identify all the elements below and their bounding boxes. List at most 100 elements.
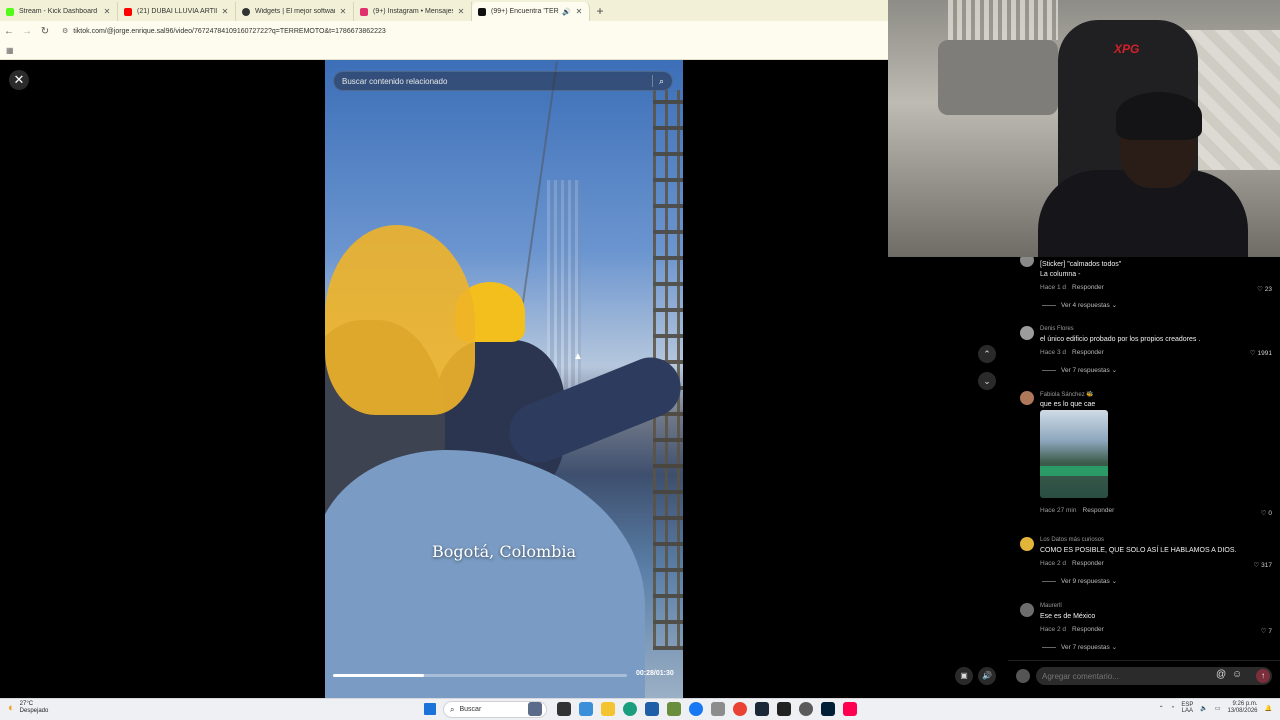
view-replies-button[interactable]: Ver 9 respuestas ⌄ xyxy=(1042,577,1117,585)
taskbar-search-label: Buscar xyxy=(459,706,482,713)
view-replies-button[interactable]: Ver 4 respuestas ⌄ xyxy=(1042,301,1117,309)
speaker-icon[interactable]: 🔊 xyxy=(562,8,571,16)
tab-youtube[interactable]: (21) DUBAI LLUVIA ARTIFICIAL ✕ xyxy=(118,2,236,21)
close-icon[interactable]: ✕ xyxy=(457,7,465,16)
avatar[interactable] xyxy=(1020,257,1034,267)
close-icon[interactable]: ✕ xyxy=(339,7,347,16)
comment-author[interactable]: Denis Flores xyxy=(1040,326,1074,332)
divider xyxy=(1042,646,1056,648)
like-button[interactable]: ♡ 1991 xyxy=(1250,349,1272,357)
tab-title: Widgets | El mejor software pa xyxy=(255,8,335,15)
temperature: 27°C xyxy=(19,701,34,707)
like-count: 0 xyxy=(1268,510,1272,517)
minecraft-icon[interactable] xyxy=(667,702,681,716)
copilot-icon[interactable] xyxy=(528,702,542,716)
avatar[interactable] xyxy=(1020,391,1034,405)
url-field[interactable]: ⚙ tiktok.com/@jorge.enrique.sal96/video/… xyxy=(62,27,386,36)
obs-icon[interactable] xyxy=(799,702,813,716)
chrome-icon[interactable] xyxy=(733,702,747,716)
comment-time: Hace 2 d xyxy=(1040,626,1067,633)
close-icon[interactable]: ✕ xyxy=(575,7,583,16)
search-icon[interactable]: ⌕ xyxy=(659,76,664,87)
steam-icon[interactable] xyxy=(755,702,769,716)
comment-input[interactable] xyxy=(1042,671,1202,681)
copilot-app-icon[interactable] xyxy=(579,702,593,716)
weather-widget[interactable]: ◐ 27°C Despejado xyxy=(8,701,48,715)
mention-icon[interactable]: @ xyxy=(1216,669,1226,680)
clock[interactable]: 9:26 p.m. 13/08/2026 xyxy=(1227,701,1257,715)
avatar[interactable] xyxy=(1020,603,1034,617)
battery-icon[interactable]: ▭ xyxy=(1215,705,1221,712)
wifi-icon[interactable]: ◔ xyxy=(1171,705,1175,711)
chevron-up-icon[interactable]: ⌃ xyxy=(1159,705,1164,712)
tab-kick[interactable]: Stream - Kick Dashboard ✕ xyxy=(0,2,118,21)
close-icon[interactable]: ✕ xyxy=(221,7,229,16)
back-icon[interactable]: ← xyxy=(0,26,18,37)
comment-author[interactable]: Fabiola Sánchez 🐝 xyxy=(1040,391,1094,398)
comment-author[interactable]: Maurerll xyxy=(1040,603,1062,609)
previous-video-button[interactable]: ⌃ xyxy=(978,345,996,363)
tab-widgets[interactable]: Widgets | El mejor software pa ✕ xyxy=(236,2,354,21)
reply-button[interactable]: Responder xyxy=(1072,626,1104,633)
facebook-icon[interactable] xyxy=(689,702,703,716)
comment-input-box[interactable]: @ ☺ ↑ xyxy=(1036,667,1272,685)
network-app-icon[interactable] xyxy=(711,702,725,716)
reply-button[interactable]: Responder xyxy=(1072,560,1104,567)
picture-in-picture-button[interactable]: ▣ xyxy=(955,667,973,685)
reload-icon[interactable]: ↻ xyxy=(36,26,54,37)
comment-image[interactable] xyxy=(1040,410,1108,498)
bookmarks-bar: ▦ xyxy=(0,41,888,60)
tiktok-app-icon[interactable] xyxy=(843,702,857,716)
comment-meta: Hace 27 min Responder xyxy=(1040,507,1114,514)
photoshop-icon[interactable] xyxy=(821,702,835,716)
like-button[interactable]: ♡ 23 xyxy=(1257,285,1272,293)
edge-icon[interactable] xyxy=(623,702,637,716)
comment-author[interactable]: Los Datos más curiosos xyxy=(1040,537,1104,543)
reply-button[interactable]: Responder xyxy=(1072,284,1104,291)
apps-icon[interactable]: ▦ xyxy=(6,46,14,55)
like-count: 317 xyxy=(1261,562,1272,569)
video-player[interactable]: Bogotá, Colombia xyxy=(325,60,683,698)
language-indicator[interactable]: ESP LAA xyxy=(1181,702,1193,714)
volume-icon[interactable]: 🔊 xyxy=(978,667,996,685)
language-layout: LAA xyxy=(1181,708,1193,714)
like-button[interactable]: ♡ 7 xyxy=(1261,627,1272,635)
send-button[interactable]: ↑ xyxy=(1256,669,1270,683)
volume-tray-icon[interactable]: 🔈 xyxy=(1200,705,1207,712)
site-info-icon[interactable]: ⚙ xyxy=(62,27,68,35)
reply-button[interactable]: Responder xyxy=(1072,349,1104,356)
comment-meta: Hace 2 d Responder xyxy=(1040,560,1104,567)
view-replies-button[interactable]: Ver 7 respuestas ⌄ xyxy=(1042,366,1117,374)
emoji-icon[interactable]: ☺ xyxy=(1232,669,1242,680)
next-video-button[interactable]: ⌄ xyxy=(978,372,996,390)
terminal-icon[interactable] xyxy=(777,702,791,716)
address-bar: ← → ↻ ⚙ tiktok.com/@jorge.enrique.sal96/… xyxy=(0,21,888,41)
file-explorer-icon[interactable] xyxy=(601,702,615,716)
new-tab-button[interactable]: + xyxy=(590,2,610,21)
comment-time: Hace 27 min xyxy=(1040,507,1077,514)
close-icon[interactable]: ✕ xyxy=(103,7,111,16)
comment-text: La columna - xyxy=(1040,271,1081,278)
webcam-overlay: XPG xyxy=(888,0,1280,257)
system-tray: ⌃ ◔ ESP LAA 🔈 ▭ 9:26 p.m. 13/08/2026 🔔 xyxy=(1159,701,1272,715)
avatar[interactable] xyxy=(1020,537,1034,551)
notifications-icon[interactable]: 🔔 xyxy=(1265,705,1272,712)
like-count: 1991 xyxy=(1257,350,1272,357)
like-button[interactable]: ♡ 317 xyxy=(1254,561,1273,569)
like-button[interactable]: ♡ 0 xyxy=(1261,509,1272,517)
comment-meta: Hace 3 d Responder xyxy=(1040,349,1104,356)
reply-button[interactable]: Responder xyxy=(1083,507,1115,514)
store-icon[interactable] xyxy=(645,702,659,716)
view-replies-button[interactable]: Ver 7 respuestas ⌄ xyxy=(1042,643,1117,651)
tab-tiktok[interactable]: (99+) Encuentra 'TERREMOTO 🔊 ✕ xyxy=(472,2,590,21)
kick-icon xyxy=(6,7,14,16)
video-progress-bar[interactable] xyxy=(333,674,627,677)
comment-time: Hace 3 d xyxy=(1040,349,1067,356)
avatar[interactable] xyxy=(1020,326,1034,340)
related-search-box[interactable]: Buscar contenido relacionado ⌕ xyxy=(333,71,673,91)
forward-icon[interactable]: → xyxy=(18,26,36,37)
start-icon[interactable] xyxy=(424,703,436,715)
task-view-icon[interactable] xyxy=(557,702,571,716)
close-viewer-button[interactable]: ✕ xyxy=(9,70,29,90)
tab-instagram[interactable]: (9+) Instagram • Mensajes ✕ xyxy=(354,2,472,21)
